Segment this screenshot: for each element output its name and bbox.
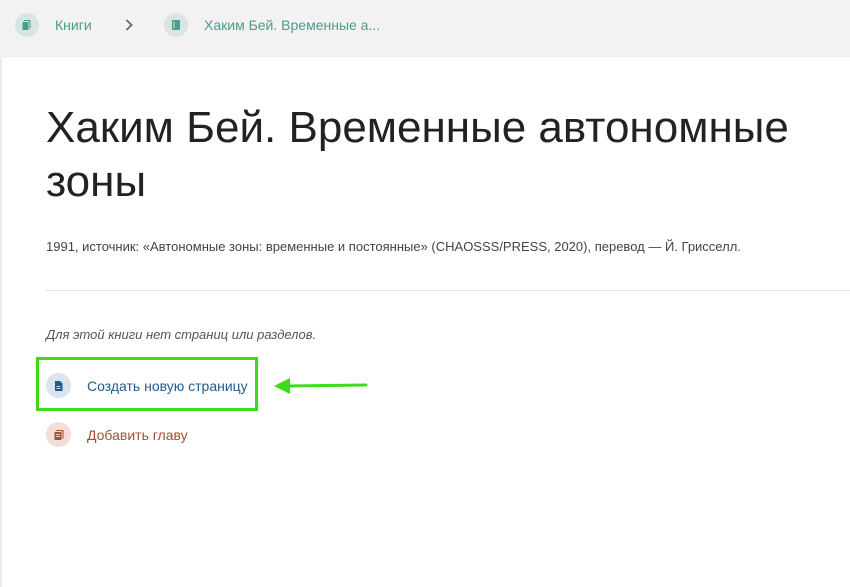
create-page-button[interactable]: Создать новую страницу [46,373,248,398]
books-icon [15,13,39,37]
book-content-card: Хаким Бей. Временные автономные зоны 199… [2,57,850,587]
page-icon [46,373,71,398]
breadcrumb-book-label: Хаким Бей. Временные а... [204,17,381,33]
chevron-right-icon [122,15,136,35]
book-description: 1991, источник: «Автономные зоны: времен… [46,239,741,254]
breadcrumb: Книги Хаким Бей. Временные а... [0,0,850,54]
breadcrumb-books-label: Книги [55,17,92,33]
page-title: Хаким Бей. Временные автономные зоны [46,103,789,206]
chapter-icon [46,422,71,447]
add-chapter-label: Добавить главу [87,426,188,443]
empty-book-note: Для этой книги нет страниц или разделов. [46,327,317,342]
divider [46,290,850,291]
breadcrumb-books-link[interactable]: Книги [15,13,92,37]
breadcrumb-book-link[interactable]: Хаким Бей. Временные а... [164,13,380,37]
create-page-label: Создать новую страницу [87,377,248,394]
book-icon [164,13,188,37]
add-chapter-button[interactable]: Добавить главу [46,422,188,447]
